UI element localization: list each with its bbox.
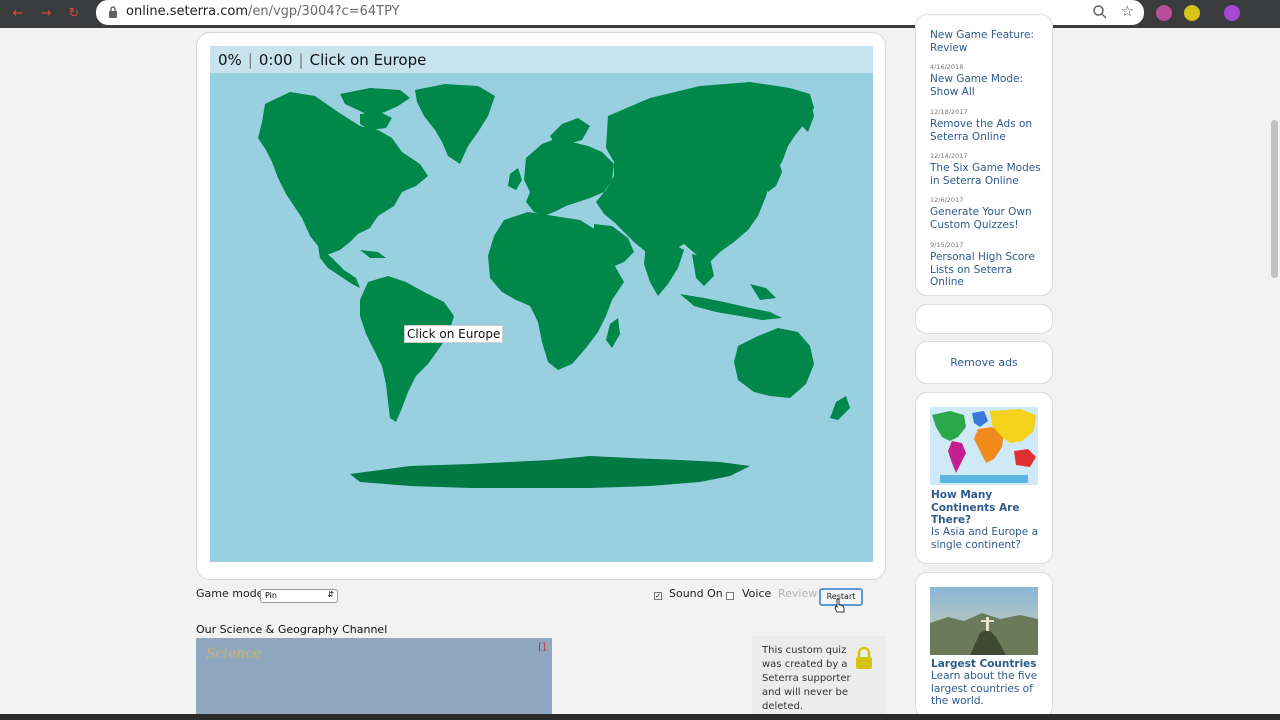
profile-avatar[interactable] bbox=[1224, 5, 1240, 21]
url-text: online.seterra.com/en/vgp/3004?c=64TPY bbox=[126, 4, 400, 19]
news-link[interactable]: Generate Your Own Custom Quizzes! bbox=[930, 206, 1048, 231]
promo-title[interactable]: How Many Continents Are There? bbox=[931, 489, 1041, 527]
news-date: 4/16/2018 bbox=[930, 63, 964, 71]
news-date: 12/6/2017 bbox=[930, 196, 964, 204]
rio-photo-image bbox=[930, 587, 1038, 655]
promo-description: Learn about the five largest countries o… bbox=[931, 670, 1038, 707]
video-text: Science bbox=[206, 646, 262, 662]
promo-description: Is Asia and Europe a single continent? bbox=[931, 526, 1039, 551]
timer-text: 0:00 bbox=[258, 51, 293, 69]
sound-checkbox[interactable]: ✓ bbox=[654, 592, 662, 600]
game-mode-value: Pin bbox=[265, 591, 277, 600]
news-link[interactable]: Personal High Score Lists on Seterra Onl… bbox=[930, 251, 1048, 289]
custom-quiz-text: This custom quiz was created by a Seterr… bbox=[762, 645, 851, 712]
lock-icon bbox=[109, 6, 117, 18]
promo-title[interactable]: Largest Countries bbox=[931, 658, 1041, 671]
australia bbox=[734, 328, 814, 398]
zoom-icon[interactable] bbox=[1092, 4, 1108, 20]
madagascar bbox=[606, 318, 620, 348]
voice-checkbox[interactable] bbox=[726, 592, 734, 600]
page-scrollbar[interactable] bbox=[1269, 28, 1280, 714]
news-card: New Game Feature: Review 4/16/2018 New G… bbox=[915, 14, 1053, 296]
select-arrow-icon: ⇵ bbox=[327, 590, 334, 599]
progress-text: 0% bbox=[218, 51, 242, 69]
voice-label: Voice bbox=[742, 587, 772, 600]
news-date: 12/18/2017 bbox=[930, 108, 968, 116]
scrollbar-thumb[interactable] bbox=[1271, 120, 1278, 278]
north-america bbox=[258, 92, 428, 256]
central-america bbox=[318, 246, 360, 288]
news-link[interactable]: Remove the Ads on Seterra Online bbox=[930, 118, 1048, 143]
game-mode-select[interactable]: Pin ⇵ bbox=[260, 589, 338, 603]
game-mode-label: Game mode: bbox=[196, 587, 268, 600]
bottom-edge bbox=[0, 714, 1280, 720]
map-area[interactable]: 0% | 0:00 | Click on Europe Click on Europe bbox=[210, 46, 873, 562]
antarctica bbox=[350, 456, 750, 488]
custom-quiz-note: This custom quiz was created by a Seterr… bbox=[752, 636, 886, 714]
promo-largest-countries-card[interactable]: Largest Countries Learn about the five l… bbox=[915, 572, 1053, 718]
browser-toolbar: ← → ↻ online.seterra.com/en/vgp/3004?c=6… bbox=[0, 0, 1280, 28]
fullscreen-icon[interactable]: [] bbox=[538, 642, 546, 653]
game-status-bar: 0% | 0:00 | Click on Europe bbox=[210, 46, 873, 73]
news-link[interactable]: New Game Mode: Show All bbox=[930, 73, 1048, 98]
reload-icon[interactable]: ↻ bbox=[64, 4, 84, 24]
forward-icon[interactable]: → bbox=[36, 4, 56, 24]
new-zealand bbox=[830, 396, 850, 420]
scandinavia bbox=[550, 118, 590, 146]
extension-icon[interactable] bbox=[1184, 5, 1200, 21]
hand-cursor-icon bbox=[834, 598, 845, 613]
extension-icon[interactable] bbox=[1156, 5, 1172, 21]
arctic-islands bbox=[340, 88, 410, 116]
news-link[interactable]: New Game Feature: Review bbox=[930, 29, 1048, 54]
news-link[interactable]: The Six Game Modes in Seterra Online bbox=[930, 162, 1048, 187]
channel-title: Our Science & Geography Channel bbox=[196, 623, 388, 636]
sound-label: Sound On bbox=[669, 587, 723, 600]
india bbox=[644, 242, 684, 296]
bookmark-star-icon[interactable]: ☆ bbox=[1121, 2, 1134, 20]
empty-card bbox=[915, 304, 1053, 334]
review-button[interactable]: Review bbox=[778, 587, 817, 600]
prompt-text: Click on Europe bbox=[309, 51, 427, 69]
remove-ads-button[interactable]: Remove ads bbox=[915, 341, 1053, 384]
south-america bbox=[360, 276, 454, 422]
continents-map-image bbox=[930, 407, 1038, 485]
padlock-icon bbox=[856, 646, 872, 669]
promo-continents-card[interactable]: How Many Continents Are There? Is Asia a… bbox=[915, 392, 1053, 564]
cursor-tooltip: Click on Europe bbox=[404, 325, 504, 343]
world-map[interactable] bbox=[210, 46, 873, 562]
news-date: 12/14/2017 bbox=[930, 152, 968, 160]
uk bbox=[508, 168, 522, 190]
greenland bbox=[415, 84, 495, 164]
news-date: 9/15/2017 bbox=[930, 241, 964, 249]
back-icon[interactable]: ← bbox=[8, 4, 28, 24]
video-thumbnail[interactable]: Science [] bbox=[196, 638, 552, 720]
